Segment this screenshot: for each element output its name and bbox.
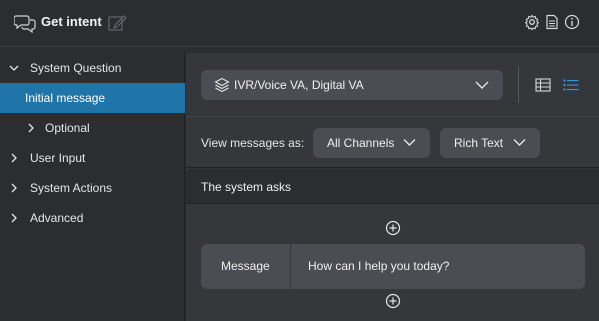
divider	[518, 66, 519, 103]
add-circle-icon[interactable]	[385, 293, 401, 309]
environment-dropdown[interactable]: IVR/Voice VA, Digital VA	[201, 70, 503, 100]
sidebar-item-label: Initial message	[25, 91, 106, 105]
channel-dropdown[interactable]: All Channels	[313, 128, 430, 158]
message-type-label: Message	[221, 259, 270, 273]
divider	[290, 244, 291, 289]
sidebar-item-label: System Question	[30, 61, 122, 75]
grid-view-icon[interactable]	[535, 77, 551, 93]
gear-icon[interactable]	[524, 14, 540, 30]
message-text[interactable]: How can I help you today?	[308, 259, 449, 273]
sidebar-item-label: Optional	[45, 121, 90, 135]
page-title: Get intent	[41, 14, 102, 29]
section-title: The system asks	[201, 180, 292, 194]
chevron-down-icon	[9, 65, 19, 71]
header: Get intent	[0, 0, 599, 47]
sidebar-item-initial-message[interactable]: Initial message	[0, 83, 185, 113]
sidebar-item-label: User Input	[30, 151, 86, 165]
sidebar-item-system-question[interactable]: System Question	[0, 53, 185, 83]
format-dropdown[interactable]: Rich Text	[440, 128, 540, 158]
info-icon[interactable]	[564, 14, 580, 30]
chevron-down-icon	[475, 81, 489, 89]
sidebar-item-label: System Actions	[30, 181, 113, 195]
view-messages-bar: View messages as: All Channels Rich Text	[186, 116, 599, 168]
channel-dropdown-value: All Channels	[327, 136, 395, 150]
sidebar-item-label: Advanced	[30, 211, 84, 225]
view-messages-label: View messages as:	[201, 136, 305, 150]
document-icon[interactable]	[544, 14, 560, 30]
chevron-down-icon	[403, 139, 416, 146]
layers-icon	[214, 77, 230, 93]
edit-icon[interactable]	[107, 13, 127, 33]
main-panel: IVR/Voice VA, Digital VA View messages a…	[186, 53, 599, 321]
chevron-right-icon	[11, 153, 17, 163]
sidebar: System Question Initial message Optional…	[0, 53, 185, 321]
chevron-down-icon	[513, 139, 526, 146]
chevron-right-icon	[11, 183, 17, 193]
message-row[interactable]: Message How can I help you today?	[201, 244, 585, 289]
chevron-right-icon	[28, 123, 34, 133]
sidebar-item-advanced[interactable]: Advanced	[0, 203, 185, 233]
chevron-right-icon	[11, 213, 17, 223]
add-circle-icon[interactable]	[385, 220, 401, 236]
section-header: The system asks	[186, 169, 599, 204]
chat-bubbles-icon	[14, 15, 36, 33]
format-dropdown-value: Rich Text	[454, 136, 504, 150]
sidebar-item-system-actions[interactable]: System Actions	[0, 173, 185, 203]
list-view-icon[interactable]	[563, 77, 579, 93]
sidebar-item-optional[interactable]: Optional	[0, 113, 185, 143]
environment-dropdown-value: IVR/Voice VA, Digital VA	[234, 78, 364, 92]
sidebar-item-user-input[interactable]: User Input	[0, 143, 185, 173]
